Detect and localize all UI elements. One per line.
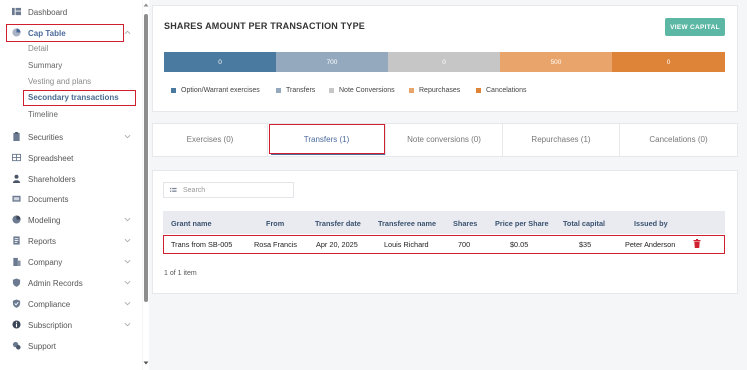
column-header-total-capital: Total capital bbox=[563, 219, 606, 228]
building-icon bbox=[13, 257, 21, 266]
grid-icon bbox=[12, 153, 21, 162]
sidebar-item-securities[interactable]: Securities bbox=[0, 127, 142, 147]
tab-note-conversions[interactable]: Note conversions (0) bbox=[386, 123, 503, 156]
sidebar-item-label: Dashboard bbox=[28, 7, 68, 17]
bar-option-warrant: 0 bbox=[164, 52, 276, 72]
highlight-box bbox=[163, 235, 725, 254]
sidebar-item-label: Securities bbox=[28, 132, 64, 142]
document-icon bbox=[12, 195, 21, 202]
sidebar-item-dashboard[interactable]: Dashboard bbox=[0, 2, 142, 22]
report-icon bbox=[13, 236, 20, 245]
sidebar-item-modeling[interactable]: Modeling bbox=[0, 210, 142, 230]
legend-label: Cancelations bbox=[486, 86, 527, 94]
bar-repurchases: 500 bbox=[500, 52, 612, 72]
sidebar-subitem-summary[interactable]: Summary bbox=[28, 61, 62, 70]
sidebar-item-label: Shareholders bbox=[28, 174, 76, 184]
chevron-up-icon bbox=[124, 30, 131, 35]
legend-label: Repurchases bbox=[419, 86, 461, 94]
sidebar-item-documents[interactable]: Documents bbox=[0, 189, 142, 209]
chevron-down-icon bbox=[124, 259, 131, 264]
bar-value: 500 bbox=[550, 58, 562, 66]
column-header-shares: Shares bbox=[453, 219, 478, 228]
bar-value: 700 bbox=[326, 58, 338, 66]
column-header-price-per-share: Price per Share bbox=[495, 219, 549, 228]
bar-cancelations: 0 bbox=[612, 52, 725, 72]
legend-label: Option/Warrant exercises bbox=[181, 86, 260, 94]
bar-value: 0 bbox=[666, 58, 671, 66]
highlight-box bbox=[269, 124, 385, 154]
legend-item-transfers: Transfers bbox=[276, 85, 315, 95]
column-header-grant-name: Grant name bbox=[171, 219, 212, 228]
support-icon bbox=[12, 341, 21, 350]
sidebar-item-spreadsheet[interactable]: Spreadsheet bbox=[0, 148, 142, 168]
legend-item-option: Option/Warrant exercises bbox=[171, 85, 260, 95]
search-placeholder: Search bbox=[183, 186, 206, 194]
sidebar-item-label: Company bbox=[28, 257, 63, 267]
tab-repurchases[interactable]: Repurchases (1) bbox=[503, 123, 620, 156]
sidebar-item-support[interactable]: Support bbox=[0, 336, 142, 356]
column-header-transferee-name: Transferee name bbox=[378, 219, 437, 228]
clipboard-icon bbox=[13, 132, 20, 141]
chevron-down-icon bbox=[124, 134, 131, 139]
scroll-down-icon[interactable] bbox=[143, 360, 149, 366]
chevron-down-icon bbox=[124, 217, 131, 222]
sidebar-item-reports[interactable]: Reports bbox=[0, 231, 142, 251]
page-title: SHARES AMOUNT PER TRANSACTION TYPE bbox=[164, 21, 365, 31]
sidebar-subitem-detail[interactable]: Detail bbox=[28, 44, 48, 53]
info-icon bbox=[12, 320, 21, 329]
scrollbar-thumb[interactable] bbox=[144, 14, 148, 302]
legend-item-cancelations: Cancelations bbox=[476, 85, 526, 95]
check-shield-icon bbox=[12, 299, 21, 308]
sidebar-item-label: Reports bbox=[28, 236, 57, 246]
sidebar-item-shareholders[interactable]: Shareholders bbox=[0, 169, 142, 189]
sidebar-item-label: Modeling bbox=[28, 215, 61, 225]
legend-swatch bbox=[329, 87, 334, 93]
bar-value: 0 bbox=[218, 58, 222, 66]
legend-swatch bbox=[409, 87, 414, 93]
bar-note-conversions: 0 bbox=[388, 52, 500, 72]
search-input[interactable]: Search bbox=[163, 182, 294, 198]
column-header-transfer-date: Transfer date bbox=[315, 219, 361, 228]
column-header-from: From bbox=[266, 219, 285, 228]
chevron-down-icon bbox=[124, 238, 131, 243]
sidebar-item-company[interactable]: Company bbox=[0, 252, 142, 272]
dashboard-icon bbox=[12, 7, 21, 16]
scroll-up-icon[interactable] bbox=[143, 2, 149, 8]
sidebar-item-label: Subscription bbox=[28, 320, 73, 330]
legend-swatch bbox=[476, 87, 481, 93]
sidebar-item-label: Spreadsheet bbox=[28, 153, 74, 163]
sidebar-item-label: Documents bbox=[28, 194, 69, 204]
sidebar: Dashboard Cap Table Detail Summary Vesti… bbox=[0, 0, 142, 370]
highlight-box bbox=[6, 24, 124, 42]
highlight-box bbox=[23, 90, 136, 106]
sidebar-subitem-timeline[interactable]: Timeline bbox=[28, 110, 58, 119]
sidebar-item-admin-records[interactable]: Admin Records bbox=[0, 273, 142, 293]
sidebar-item-label: Admin Records bbox=[28, 278, 83, 288]
legend-item-note: Note Conversions bbox=[329, 85, 395, 95]
legend-swatch bbox=[171, 87, 176, 93]
sidebar-subitem-vesting[interactable]: Vesting and plans bbox=[28, 77, 91, 86]
tab-cancelations[interactable]: Cancelations (0) bbox=[620, 123, 737, 156]
sidebar-item-subscription[interactable]: Subscription bbox=[0, 315, 142, 335]
bar-value: 0 bbox=[442, 58, 446, 66]
bar-transfers: 700 bbox=[276, 52, 388, 72]
sidebar-item-label: Compliance bbox=[28, 299, 71, 309]
chevron-down-icon bbox=[124, 322, 131, 327]
chevron-down-icon bbox=[124, 280, 131, 285]
filter-icon bbox=[170, 187, 177, 192]
column-header-issued-by: Issued by bbox=[634, 219, 668, 228]
tab-exercises[interactable]: Exercises (0) bbox=[153, 123, 268, 156]
chart-icon bbox=[12, 215, 21, 224]
shield-icon bbox=[12, 278, 21, 287]
legend-label: Note Conversions bbox=[339, 86, 395, 94]
view-capital-button[interactable]: VIEW CAPITAL bbox=[665, 18, 725, 36]
legend-label: Transfers bbox=[286, 86, 316, 94]
person-icon bbox=[12, 174, 21, 183]
pagination-info: 1 of 1 item bbox=[164, 270, 197, 277]
legend-swatch bbox=[276, 87, 281, 93]
sidebar-item-label: Support bbox=[28, 341, 57, 351]
legend-item-repurchases: Repurchases bbox=[409, 85, 460, 95]
sidebar-item-compliance[interactable]: Compliance bbox=[0, 294, 142, 314]
chevron-down-icon bbox=[124, 301, 131, 306]
